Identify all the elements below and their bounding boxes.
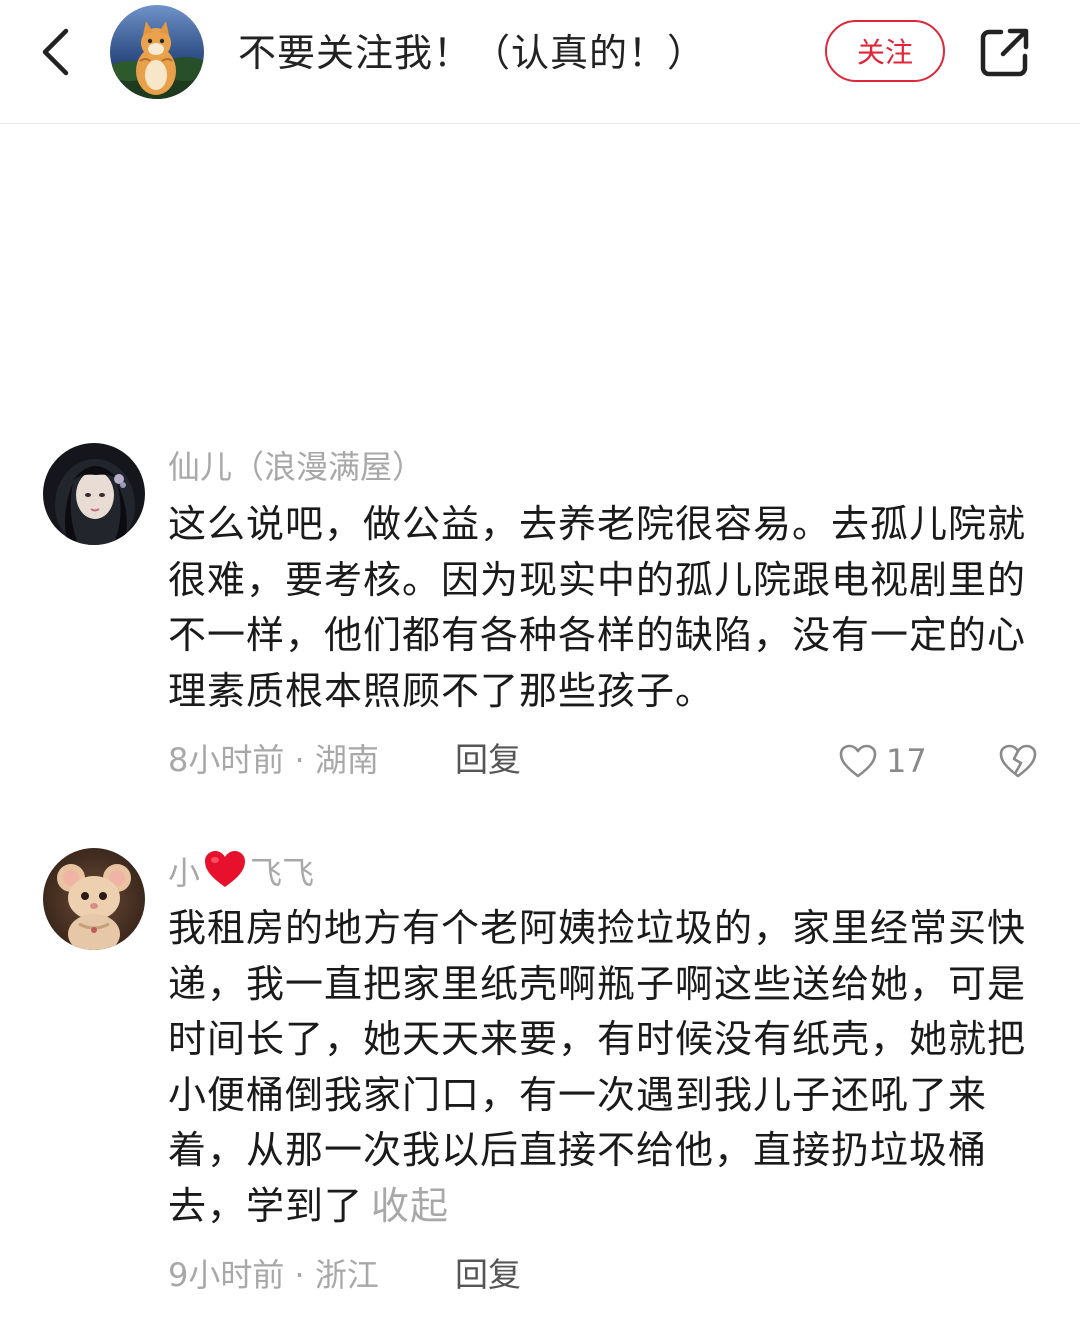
commenter-name[interactable]: 小 飞飞: [168, 848, 314, 894]
comment-text: 这么说吧，做公益，去养老院很容易。去孤儿院就很难，要考核。因为现实中的孤儿院跟电…: [168, 502, 1027, 713]
commenter-avatar[interactable]: [43, 848, 145, 950]
page-title: 不要关注我！（认真的！）: [238, 31, 707, 75]
dislike-button[interactable]: [997, 738, 1039, 784]
follow-button[interactable]: 关注: [825, 20, 945, 82]
comment-page: 不要关注我！（认真的！） 关注 仙儿（浪漫满屋） 这么说吧，做公益，去养老院很容…: [0, 0, 1080, 1340]
reply-button[interactable]: 回复: [455, 1252, 521, 1298]
commenter-avatar[interactable]: [43, 443, 145, 545]
comment-body: 我租房的地方有个老阿姨捡垃圾的，家里经常买快递，我一直把家里纸壳啊瓶子啊这些送给…: [168, 906, 1027, 1228]
broken-heart-icon: [999, 744, 1037, 778]
commenter-name[interactable]: 仙儿（浪漫满屋）: [168, 444, 424, 490]
comment-meta: 8小时前 · 湖南: [168, 741, 379, 779]
heart-outline-icon: [839, 744, 877, 778]
comment-text: 我租房的地方有个老阿姨捡垃圾的，家里经常买快递，我一直把家里纸壳啊瓶子啊这些送给…: [168, 901, 1028, 1234]
back-button[interactable]: [30, 22, 80, 82]
name-prefix: 小: [168, 854, 201, 892]
collapse-button[interactable]: 收起: [371, 1184, 449, 1228]
comment-meta: 9小时前 · 浙江: [168, 1256, 379, 1294]
share-icon: [980, 28, 1029, 77]
author-avatar[interactable]: [110, 5, 204, 99]
name-suffix: 飞飞: [250, 854, 315, 892]
red-heart-icon: [202, 848, 248, 902]
top-bar: 不要关注我！（认真的！） 关注: [0, 0, 1080, 124]
like-count: 17: [886, 742, 927, 780]
reply-button[interactable]: 回复: [455, 737, 521, 783]
like-button[interactable]: 17: [838, 738, 927, 784]
chevron-left-icon: [42, 28, 69, 76]
share-button[interactable]: [975, 22, 1035, 82]
